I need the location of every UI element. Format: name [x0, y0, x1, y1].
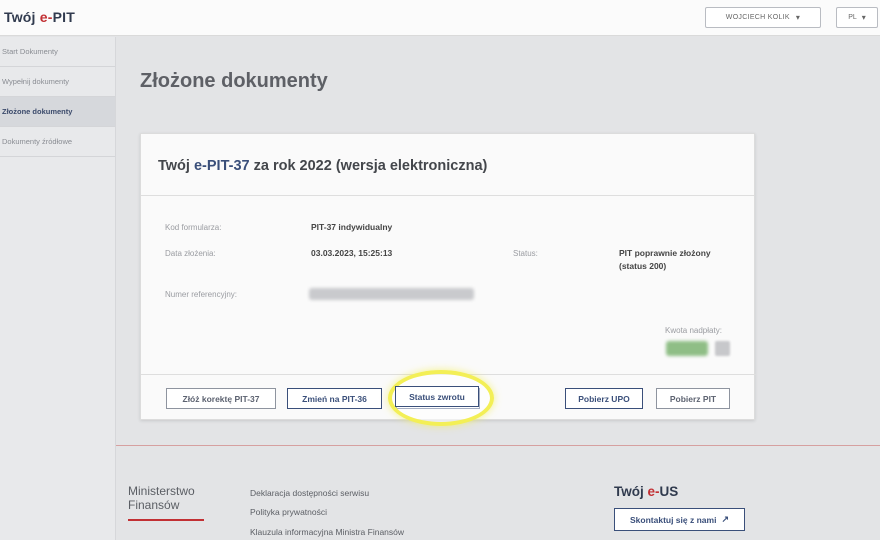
status-label: Status:: [513, 249, 538, 258]
card-title: Twój e-PIT-37 za rok 2022 (wersja elektr…: [141, 134, 754, 196]
form-code-label: Kod formularza:: [165, 223, 222, 232]
ministry-logo-bar: [128, 519, 204, 521]
language-value: PL: [848, 14, 857, 21]
submit-correction-button[interactable]: Złóż korektę PIT-37: [166, 388, 276, 409]
sidebar: Start Dokumenty Wypełnij dokumenty Złożo…: [0, 37, 116, 540]
language-select[interactable]: PL ▾: [836, 7, 878, 28]
chevron-down-icon: ▾: [795, 13, 801, 22]
form-code-value: PIT-37 indywidualny: [311, 222, 393, 232]
reference-number-label: Numer referencyjny:: [165, 290, 238, 299]
contact-us-button[interactable]: Skontaktuj się z nami ↗: [614, 508, 745, 531]
user-name: WOJCIECH KOLIK: [725, 14, 790, 21]
sidebar-item-start[interactable]: Start Dokumenty: [0, 37, 115, 67]
page-title: Złożone dokumenty: [140, 70, 328, 92]
footer-divider: [116, 445, 880, 446]
refund-amount-label: Kwota nadpłaty:: [665, 326, 722, 335]
ministry-logo[interactable]: Ministerstwo Finansów: [128, 484, 195, 512]
eus-logo[interactable]: Twój e-US: [614, 484, 678, 499]
sidebar-item-source[interactable]: Dokumenty źródłowe: [0, 127, 115, 157]
download-upo-button[interactable]: Pobierz UPO: [565, 388, 643, 409]
refund-status-button-highlighted[interactable]: Status zwrotu: [395, 386, 479, 407]
change-to-pit36-button[interactable]: Zmień na PIT-36: [287, 388, 382, 409]
submit-date-label: Data złożenia:: [165, 249, 216, 258]
app-logo[interactable]: Twój e-PIT: [4, 9, 75, 25]
sidebar-item-submitted[interactable]: Złożone dokumenty: [0, 97, 115, 127]
status-code: (status 200): [619, 261, 667, 271]
chevron-down-icon: ▾: [861, 13, 866, 22]
footer-link-info-clause[interactable]: Klauzula informacyjna Ministra Finansów: [250, 527, 404, 537]
reference-number-value: [309, 288, 474, 300]
refund-amount-value: [666, 341, 708, 356]
refund-amount-extra: [715, 341, 730, 356]
footer-link-accessibility[interactable]: Deklaracja dostępności serwisu: [250, 488, 369, 498]
footer-link-privacy[interactable]: Polityka prywatności: [250, 507, 327, 517]
submit-date-value: 03.03.2023, 15:25:13: [311, 248, 393, 258]
download-pit-button[interactable]: Pobierz PIT: [656, 388, 730, 409]
external-link-icon: ↗: [721, 514, 729, 524]
user-menu-button[interactable]: WOJCIECH KOLIK ▾: [705, 7, 821, 28]
sidebar-item-fill[interactable]: Wypełnij dokumenty: [0, 67, 115, 97]
status-value: PIT poprawnie złożony: [619, 248, 711, 258]
top-bar: Twój e-PIT WOJCIECH KOLIK ▾ PL ▾: [0, 0, 880, 36]
